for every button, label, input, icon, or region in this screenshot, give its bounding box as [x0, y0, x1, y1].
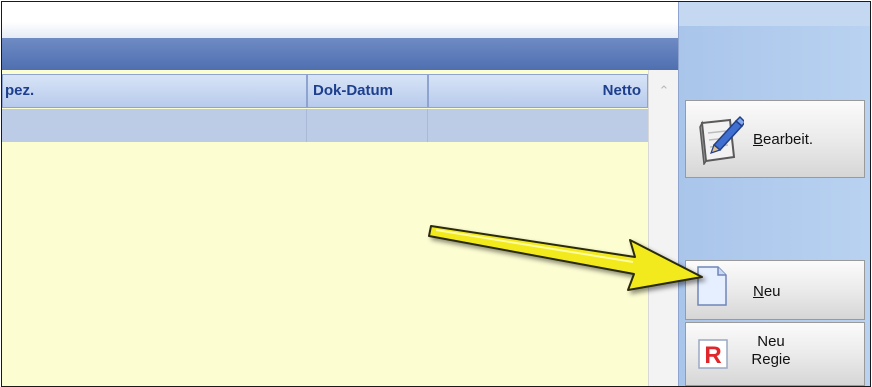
top-strip-shade — [2, 22, 678, 38]
action-sidebar: Bearbeit. Neu R Neu Regie — [678, 2, 870, 386]
table-row-cell[interactable] — [2, 109, 307, 142]
grid-title-bar — [2, 38, 678, 70]
regie-r-icon: R — [698, 339, 728, 369]
vertical-scrollbar[interactable]: ⌃ — [648, 70, 679, 386]
new-document-icon — [697, 266, 727, 306]
scroll-up-arrow-icon[interactable]: ⌃ — [653, 80, 675, 102]
svg-text:R: R — [704, 342, 721, 369]
table-row-cell[interactable] — [307, 109, 428, 142]
column-header-bezeichnung[interactable]: pez. — [2, 74, 307, 108]
window: pez. Dok-Datum Netto ⌃ Bearbeit. Neu R N… — [1, 1, 871, 387]
neu-label: Neu — [753, 283, 781, 300]
column-header-dok-datum[interactable]: Dok-Datum — [307, 74, 428, 108]
column-header-netto[interactable]: Netto — [428, 74, 648, 108]
edit-document-icon — [699, 115, 744, 165]
top-strip — [2, 2, 678, 38]
table-row-cell[interactable] — [428, 109, 648, 142]
bearbeiten-button[interactable]: Bearbeit. — [685, 100, 865, 178]
bearbeiten-label: Bearbeit. — [753, 131, 814, 148]
sidebar-top-strip — [679, 2, 870, 26]
document-grid: pez. Dok-Datum Netto — [2, 70, 648, 386]
neu-button[interactable]: Neu — [685, 260, 865, 320]
neu-regie-label: Neu Regie — [751, 333, 791, 368]
neu-regie-button[interactable]: R Neu Regie — [685, 322, 865, 386]
